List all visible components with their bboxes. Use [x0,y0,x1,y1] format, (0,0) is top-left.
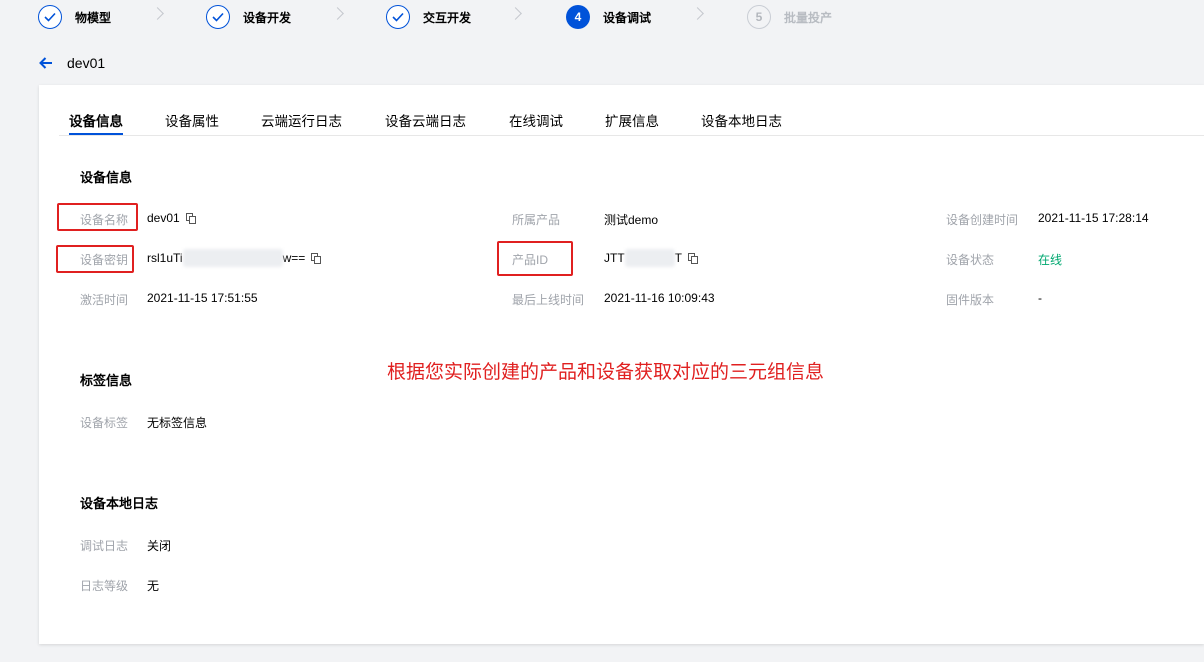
tab-device-properties[interactable]: 设备属性 [165,110,219,130]
step-label: 批量投产 [784,10,833,25]
product-label: 所属产品 [512,213,561,227]
section-title-local-log: 设备本地日志 [80,496,159,511]
check-icon [206,5,230,29]
step-label: 交互开发 [423,10,472,25]
log-level-label: 日志等级 [80,579,129,593]
check-icon [38,5,62,29]
last-online-value: 2021-11-16 10:09:43 [604,291,715,305]
device-name-text: dev01 [147,211,180,225]
device-key-prefix: rsl1uTi [147,251,183,265]
device-key-suffix: w== [282,251,306,265]
step-device-debug[interactable]: 4 设备调试 [566,4,651,30]
tab-online-debug[interactable]: 在线调试 [509,110,563,130]
last-online-label: 最后上线时间 [512,293,585,307]
firmware-value: - [1038,291,1042,305]
tab-bar: 设备信息 设备属性 云端运行日志 设备云端日志 在线调试 扩展信息 设备本地日志 [59,110,1204,136]
device-name-value: dev01 [147,211,197,225]
tab-device-local-log[interactable]: 设备本地日志 [701,110,782,130]
step-number: 4 [566,5,590,29]
tab-extension-info[interactable]: 扩展信息 [605,110,659,130]
product-id-value: JTT T [604,249,699,267]
copy-icon[interactable] [185,212,197,224]
device-tag-value: 无标签信息 [147,416,208,430]
device-detail-card: 设备信息 设备属性 云端运行日志 设备云端日志 在线调试 扩展信息 设备本地日志… [39,85,1204,644]
chevron-right-icon [691,7,704,20]
created-time-label: 设备创建时间 [946,213,1019,227]
step-device-dev[interactable]: 设备开发 [206,4,291,30]
step-label: 设备调试 [603,10,652,25]
section-title-tag-info: 标签信息 [80,373,133,388]
tab-device-cloud-log[interactable]: 设备云端日志 [385,110,466,130]
chevron-right-icon [151,7,164,20]
step-interaction-dev[interactable]: 交互开发 [386,4,471,30]
check-icon [386,5,410,29]
page-header: dev01 [38,55,105,71]
step-label: 物模型 [75,10,112,25]
product-value: 测试demo [604,213,659,227]
log-level-value: 无 [147,579,160,593]
tab-device-info[interactable]: 设备信息 [69,110,123,135]
redacted-mask [624,249,675,267]
step-number: 5 [747,5,771,29]
device-status-label: 设备状态 [946,253,995,267]
tab-cloud-run-log[interactable]: 云端运行日志 [261,110,342,130]
debug-log-value: 关闭 [147,539,172,553]
back-arrow-icon[interactable] [38,55,54,71]
product-id-prefix: JTT [604,251,625,265]
chevron-right-icon [509,7,522,20]
device-status-value: 在线 [1038,253,1063,267]
device-key-value: rsl1uTi w== [147,249,322,267]
stepper: 物模型 设备开发 交互开发 4 设备调试 5 批量投产 [0,0,1204,36]
annotation-text: 根据您实际创建的产品和设备获取对应的三元组信息 [387,362,825,383]
step-thing-model[interactable]: 物模型 [38,4,111,30]
device-title: dev01 [67,55,106,71]
created-time-value: 2021-11-15 17:28:14 [1038,211,1149,225]
firmware-label: 固件版本 [946,293,995,307]
debug-log-label: 调试日志 [80,539,129,553]
step-label: 设备开发 [243,10,292,25]
highlight-box-device-key [56,245,134,273]
copy-icon[interactable] [311,252,322,264]
device-tag-label: 设备标签 [80,416,129,430]
highlight-box-device-name [57,203,138,231]
step-mass-production[interactable]: 5 批量投产 [747,4,832,30]
product-id-suffix: T [674,251,683,265]
highlight-box-product-id [497,241,573,276]
chevron-right-icon [331,7,344,20]
section-title-device-info: 设备信息 [80,170,133,185]
redacted-mask [182,249,283,267]
activated-time-label: 激活时间 [80,293,129,307]
copy-icon[interactable] [688,252,699,264]
activated-time-value: 2021-11-15 17:51:55 [147,291,258,305]
